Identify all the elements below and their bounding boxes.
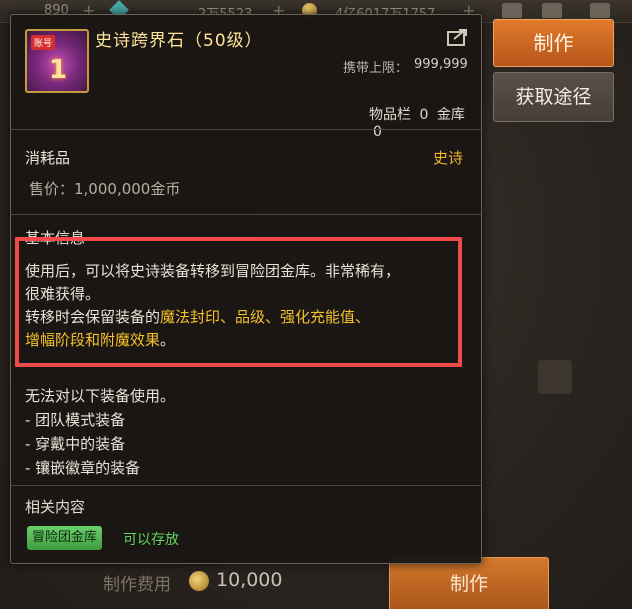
craft-button[interactable]: 制作 [493,19,614,67]
restriction-item: - 镶嵌徽章的装备 [25,459,141,477]
adventure-vault-tag[interactable]: 冒险团金库 [27,526,103,550]
menu-icon[interactable] [590,3,610,18]
background-slot [538,360,572,394]
item-category: 消耗品 [25,149,71,167]
account-bound-tag: 账号 [31,35,56,50]
divider [11,485,481,486]
mail-icon[interactable] [542,3,562,18]
craft-cost-label: 制作费用 [103,575,171,595]
item-rarity: 史诗 [433,149,464,167]
share-icon[interactable] [447,28,469,46]
obtain-method-button[interactable]: 获取途径 [493,72,614,122]
item-icon: 账号 1 [25,29,89,93]
item-title: 史诗跨界石（50级） [95,31,263,51]
restriction-item: - 团队模式装备 [25,411,126,429]
item-tooltip: 账号 1 史诗跨界石（50级） 携带上限： 999,999 物品栏 0 金库 0… [10,14,482,564]
carry-limit-value: 999,999 [414,57,468,72]
gold-coin-icon [189,571,209,591]
highlight-box [15,237,462,367]
craft-cost-value: 10,000 [216,569,283,591]
chest-icon[interactable] [502,3,522,18]
carry-limit-label: 携带上限： [343,61,409,76]
storable-status: 可以存放 [123,532,179,548]
divider [11,214,481,215]
related-content-title: 相关内容 [25,498,86,516]
game-screen: 890 + 2万5523 + 4亿6017万1757 + 1102111001 … [0,0,632,609]
item-price: 售价：1,000,000金币 [29,180,181,198]
restriction-list: 无法对以下装备使用。 - 团队模式装备 - 穿戴中的装备 - 镶嵌徽章的装备 [25,384,175,480]
restriction-item: - 穿戴中的装备 [25,435,126,453]
inventory-count: 物品栏 0 金库 0 [369,107,465,140]
tooltip-header: 账号 1 史诗跨界石（50级） 携带上限： 999,999 物品栏 0 金库 0 [11,15,481,140]
divider [11,129,481,130]
craft-confirm-button[interactable]: 制作 [389,557,549,609]
item-icon-number: 1 [49,55,68,85]
